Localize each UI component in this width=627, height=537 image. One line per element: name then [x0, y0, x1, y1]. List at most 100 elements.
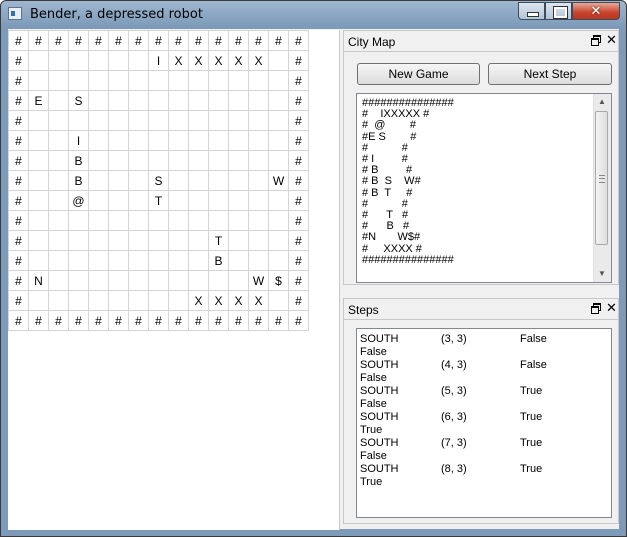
grid-cell[interactable]	[188, 150, 209, 171]
grid-cell[interactable]: T	[208, 230, 229, 251]
grid-cell[interactable]	[48, 190, 69, 211]
grid-cell[interactable]	[108, 130, 129, 151]
grid-cell[interactable]	[208, 130, 229, 151]
grid-cell[interactable]: #	[108, 310, 129, 331]
grid-cell[interactable]	[48, 90, 69, 111]
grid-cell[interactable]	[48, 250, 69, 271]
grid-cell[interactable]	[128, 270, 149, 291]
grid-cell[interactable]	[108, 250, 129, 271]
grid-cell[interactable]	[28, 290, 49, 311]
grid-cell[interactable]: #	[8, 30, 29, 51]
grid-cell[interactable]: N	[28, 270, 49, 291]
grid-cell[interactable]	[28, 170, 49, 191]
grid-cell[interactable]	[108, 110, 129, 131]
grid-cell[interactable]: #	[68, 30, 89, 51]
grid-cell[interactable]	[148, 90, 169, 111]
grid-cell[interactable]	[148, 210, 169, 231]
grid-cell[interactable]	[248, 190, 269, 211]
step-item[interactable]: SOUTH (5, 3) True False	[357, 381, 611, 410]
step-item[interactable]: SOUTH (8, 3) True True	[357, 459, 611, 488]
grid-cell[interactable]	[228, 270, 249, 291]
grid-cell[interactable]	[88, 70, 109, 91]
grid-cell[interactable]	[168, 270, 189, 291]
grid-cell[interactable]: W	[268, 170, 289, 191]
grid-cell[interactable]: #	[288, 150, 309, 171]
grid-cell[interactable]	[148, 110, 169, 131]
grid-cell[interactable]	[248, 230, 269, 251]
grid-cell[interactable]: #	[288, 30, 309, 51]
grid-cell[interactable]	[148, 70, 169, 91]
grid-cell[interactable]: #	[8, 270, 29, 291]
grid-cell[interactable]	[108, 230, 129, 251]
grid-cell[interactable]: X	[168, 50, 189, 71]
grid-cell[interactable]: #	[128, 310, 149, 331]
grid-cell[interactable]	[208, 90, 229, 111]
grid-cell[interactable]	[268, 110, 289, 131]
grid-cell[interactable]: #	[288, 50, 309, 71]
grid-cell[interactable]: #	[28, 30, 49, 51]
grid-cell[interactable]: #	[168, 30, 189, 51]
grid-cell[interactable]	[168, 190, 189, 211]
grid-cell[interactable]	[108, 290, 129, 311]
step-item[interactable]: SOUTH (3, 3) False False	[357, 329, 611, 358]
grid-cell[interactable]	[248, 70, 269, 91]
grid-cell[interactable]	[28, 150, 49, 171]
grid-cell[interactable]	[108, 190, 129, 211]
grid-cell[interactable]	[108, 50, 129, 71]
grid-cell[interactable]: B	[68, 150, 89, 171]
grid-cell[interactable]	[128, 70, 149, 91]
steps-dock-title[interactable]: Steps ✕	[343, 298, 619, 320]
grid-cell[interactable]	[28, 110, 49, 131]
grid-cell[interactable]	[148, 250, 169, 271]
grid-cell[interactable]	[268, 210, 289, 231]
steps-list[interactable]: SOUTH (3, 3) False False SOUTH (4, 3) False Fal…	[356, 328, 612, 518]
next-step-button[interactable]: Next Step	[488, 63, 612, 85]
grid-cell[interactable]	[88, 90, 109, 111]
grid-cell[interactable]	[48, 70, 69, 91]
grid-cell[interactable]	[28, 190, 49, 211]
grid-cell[interactable]: #	[188, 30, 209, 51]
grid-cell[interactable]: #	[288, 230, 309, 251]
grid-cell[interactable]	[88, 110, 109, 131]
grid-cell[interactable]: #	[168, 310, 189, 331]
grid-cell[interactable]: #	[288, 130, 309, 151]
grid-cell[interactable]	[228, 130, 249, 151]
grid-cell[interactable]	[208, 70, 229, 91]
grid-cell[interactable]: #	[88, 310, 109, 331]
grid-cell[interactable]	[28, 210, 49, 231]
grid-cell[interactable]: B	[208, 250, 229, 271]
grid-cell[interactable]	[168, 130, 189, 151]
grid-cell[interactable]	[208, 150, 229, 171]
grid-cell[interactable]	[228, 70, 249, 91]
grid-cell[interactable]: #	[8, 150, 29, 171]
grid-cell[interactable]	[268, 90, 289, 111]
grid-cell[interactable]: #	[8, 110, 29, 131]
grid-cell[interactable]	[148, 130, 169, 151]
grid-cell[interactable]: X	[248, 50, 269, 71]
grid-cell[interactable]	[188, 270, 209, 291]
grid-cell[interactable]: #	[208, 30, 229, 51]
step-item[interactable]: SOUTH (7, 3) True False	[357, 433, 611, 462]
grid-cell[interactable]	[128, 170, 149, 191]
grid-cell[interactable]: #	[148, 310, 169, 331]
grid-cell[interactable]	[48, 110, 69, 131]
grid-cell[interactable]	[88, 170, 109, 191]
grid-cell[interactable]: #	[208, 310, 229, 331]
grid-cell[interactable]	[88, 150, 109, 171]
grid-cell[interactable]	[48, 150, 69, 171]
grid-cell[interactable]: #	[68, 310, 89, 331]
grid-cell[interactable]: #	[268, 310, 289, 331]
grid-cell[interactable]	[68, 250, 89, 271]
grid-cell[interactable]: #	[8, 190, 29, 211]
grid-cell[interactable]: #	[288, 90, 309, 111]
grid-cell[interactable]	[88, 130, 109, 151]
grid-cell[interactable]: #	[108, 30, 129, 51]
grid-cell[interactable]	[248, 110, 269, 131]
grid-cell[interactable]	[168, 250, 189, 271]
grid-cell[interactable]	[28, 50, 49, 71]
grid-cell[interactable]	[28, 70, 49, 91]
grid-cell[interactable]: X	[188, 290, 209, 311]
grid-cell[interactable]: #	[8, 210, 29, 231]
grid-cell[interactable]	[108, 170, 129, 191]
grid-cell[interactable]: #	[8, 250, 29, 271]
